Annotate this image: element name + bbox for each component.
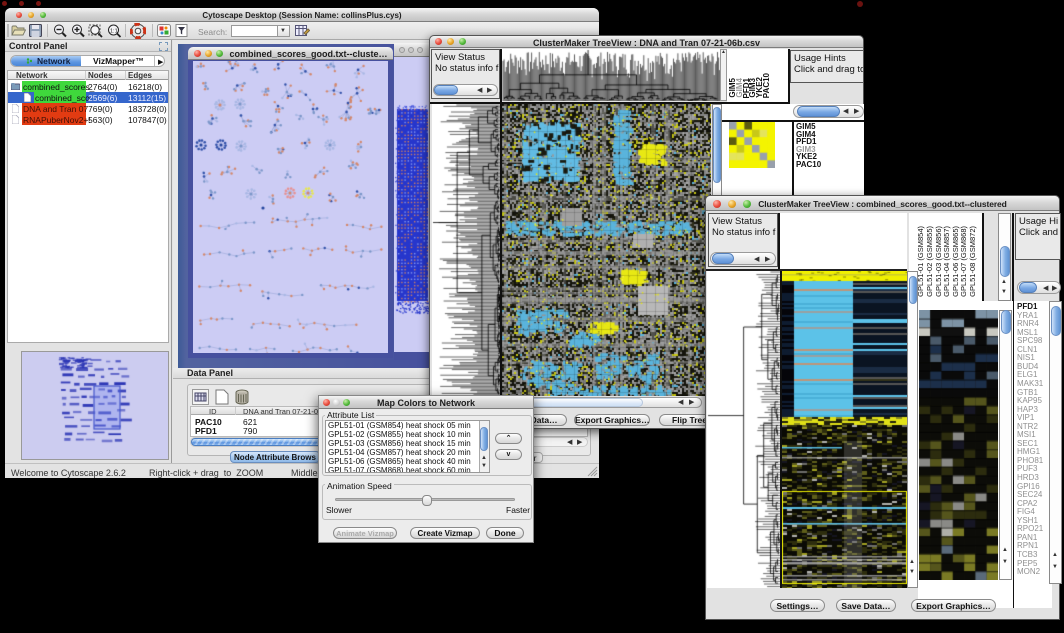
svg-text:1:1: 1:1: [110, 29, 118, 35]
